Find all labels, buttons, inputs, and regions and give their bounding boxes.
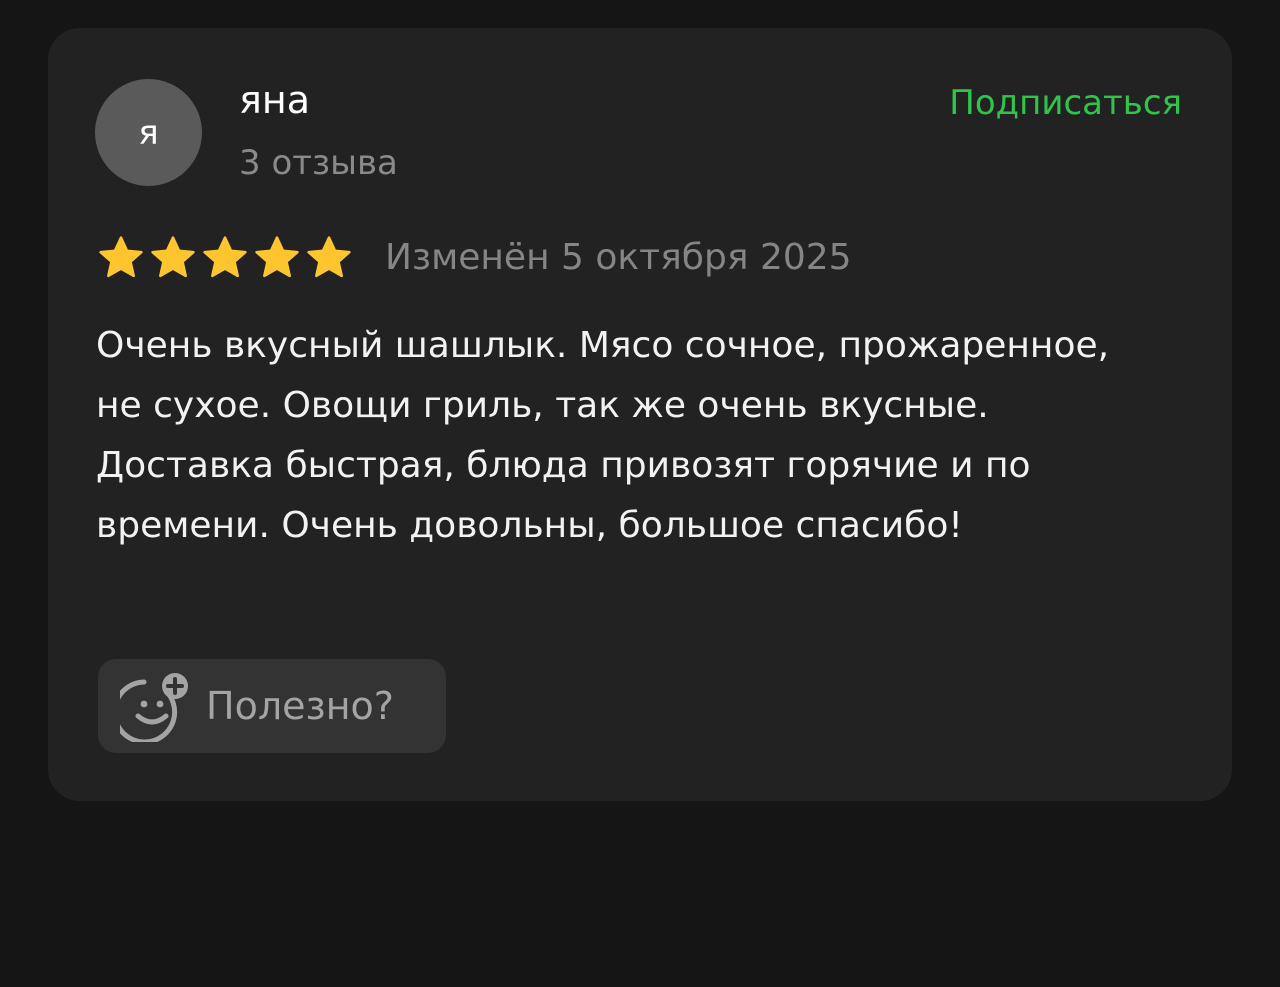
smiley-plus-icon bbox=[120, 673, 188, 742]
helpful-label: Полезно? bbox=[206, 684, 394, 728]
avatar-letter: я bbox=[138, 112, 159, 153]
review-card: я яна 3 отзыва Подписаться Изменён 5 окт… bbox=[48, 28, 1232, 801]
subscribe-button[interactable]: Подписаться bbox=[949, 80, 1182, 126]
star-icon bbox=[151, 236, 195, 278]
star-rating bbox=[95, 233, 355, 283]
star-icon bbox=[99, 236, 143, 278]
review-text: Очень вкусный шашлык. Мясо сочное, прожа… bbox=[96, 325, 1110, 546]
helpful-button[interactable]: Полезно? bbox=[98, 659, 446, 753]
review-date: Изменён 5 октября 2025 bbox=[385, 237, 852, 278]
star-icon bbox=[255, 236, 299, 278]
author-name[interactable]: яна bbox=[239, 76, 310, 124]
rating-row: Изменён 5 октября 2025 bbox=[95, 234, 852, 282]
author-reviews-count: 3 отзыва bbox=[239, 143, 398, 183]
avatar[interactable]: я bbox=[95, 79, 202, 186]
star-icon bbox=[203, 236, 247, 278]
star-icon bbox=[307, 236, 351, 278]
